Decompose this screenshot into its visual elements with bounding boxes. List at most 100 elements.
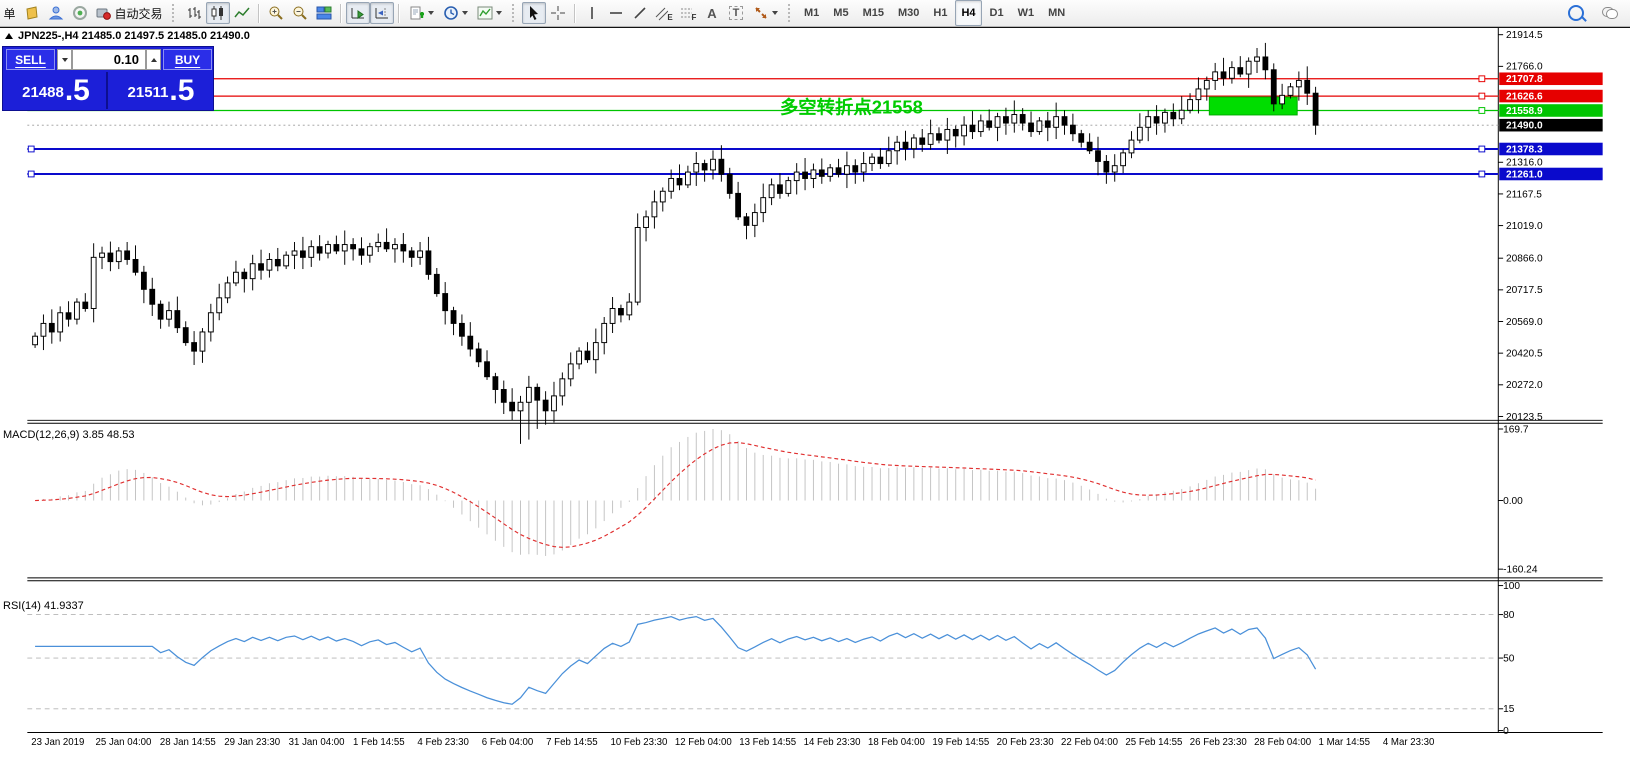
price-level-label: 21378.3: [1499, 142, 1603, 155]
search-icon[interactable]: [1564, 2, 1588, 24]
horizontal-level-line[interactable]: [27, 145, 1499, 153]
sell-button[interactable]: SELL: [6, 49, 55, 70]
text-tool-glyph: A: [707, 5, 717, 21]
macd-pane: 169.7 0.00 -160.24: [35, 424, 1538, 576]
svg-text:21766.0: 21766.0: [1506, 62, 1543, 73]
timeframe-button-M30[interactable]: M30: [892, 0, 925, 26]
timeframe-button-MN[interactable]: MN: [1042, 0, 1071, 26]
new-order-button[interactable]: 单: [0, 2, 20, 24]
price-level-label: 21558.9: [1499, 104, 1603, 117]
svg-text:25 Feb 14:55: 25 Feb 14:55: [1125, 737, 1182, 748]
horizontal-level-line[interactable]: [27, 170, 1499, 178]
timeframe-group: M1 M5 M15 M30 H1 H4 D1 W1 MN: [798, 0, 1071, 26]
trendline-tool-icon[interactable]: [628, 2, 652, 24]
templates-button[interactable]: [472, 2, 506, 24]
arrows-tool-button[interactable]: [748, 2, 782, 24]
time-axis: 23 Jan 2019 25 Jan 04:00 28 Jan 14:55 29 Ja…: [31, 737, 1434, 748]
candlestick-chart-icon[interactable]: [206, 2, 230, 24]
volume-increase-button[interactable]: [146, 49, 161, 70]
text-tool-icon[interactable]: A: [700, 2, 724, 24]
svg-text:13 Feb 14:55: 13 Feb 14:55: [739, 737, 796, 748]
new-order-label: 单: [3, 6, 16, 21]
svg-text:20717.5: 20717.5: [1506, 285, 1543, 296]
svg-text:50: 50: [1503, 653, 1515, 664]
svg-text:26 Feb 23:30: 26 Feb 23:30: [1190, 737, 1247, 748]
buy-button[interactable]: BUY: [163, 49, 212, 70]
timeframe-button-M1[interactable]: M1: [798, 0, 825, 26]
buy-price-display[interactable]: 21511 .5: [110, 72, 212, 109]
svg-text:18 Feb 04:00: 18 Feb 04:00: [868, 737, 925, 748]
svg-text:0: 0: [1503, 726, 1509, 737]
chevron-down-icon: [427, 11, 434, 15]
svg-text:169.7: 169.7: [1503, 424, 1529, 435]
timeframe-button-H1[interactable]: H1: [927, 0, 953, 26]
timeframe-button-M5[interactable]: M5: [827, 0, 854, 26]
indicators-button[interactable]: [404, 2, 438, 24]
profile-icon[interactable]: [44, 2, 68, 24]
svg-text:21316.0: 21316.0: [1506, 158, 1543, 169]
collapse-arrow-icon[interactable]: [5, 33, 13, 39]
timeframe-button-D1[interactable]: D1: [984, 0, 1010, 26]
svg-text:20272.0: 20272.0: [1506, 380, 1543, 391]
chart-canvas[interactable]: 多空转折点2155821914.521766.021316.021167.521…: [0, 26, 1630, 775]
price-level-label: 21707.8: [1499, 72, 1603, 85]
broadcast-icon[interactable]: [68, 2, 92, 24]
fibonacci-glyph: F: [691, 12, 697, 22]
toolbar-grip: [788, 4, 794, 22]
toolbar-grip: [512, 4, 518, 22]
chart-shift-icon[interactable]: [370, 2, 394, 24]
svg-text:4 Feb 23:30: 4 Feb 23:30: [417, 737, 469, 748]
svg-text:12 Feb 04:00: 12 Feb 04:00: [675, 737, 732, 748]
price-axis: 21914.5 21766.0 21316.0 21167.5 21019.0 20866…: [1498, 30, 1603, 423]
auto-scroll-icon[interactable]: [346, 2, 370, 24]
macd-indicator-label: MACD(12,26,9) 3.85 48.53: [3, 429, 135, 441]
horizontal-line-tool-icon[interactable]: [604, 2, 628, 24]
chevron-down-icon: [495, 11, 502, 15]
text-label-tool-icon[interactable]: T: [724, 2, 748, 24]
periods-button[interactable]: [438, 2, 472, 24]
top-toolbar: 单 自动交易 E F A T M1 M5 M15 M30 H1 H4 D1 W1…: [0, 0, 1630, 27]
price-level-label: 21261.0: [1499, 167, 1603, 180]
timeframe-button-M15[interactable]: M15: [857, 0, 890, 26]
current-price-label: 21490.0: [1499, 118, 1603, 132]
svg-text:21490.0: 21490.0: [1506, 121, 1543, 132]
toolbar-separator: [574, 3, 576, 23]
crosshair-icon[interactable]: [546, 2, 570, 24]
line-chart-icon[interactable]: [230, 2, 254, 24]
svg-text:23 Jan 2019: 23 Jan 2019: [31, 737, 84, 748]
volume-decrease-button[interactable]: [57, 49, 72, 70]
svg-text:7 Feb 14:55: 7 Feb 14:55: [546, 737, 598, 748]
equidistant-channel-tool-icon[interactable]: E: [652, 2, 676, 24]
svg-text:14 Feb 23:30: 14 Feb 23:30: [804, 737, 861, 748]
bar-chart-icon[interactable]: [182, 2, 206, 24]
vertical-line-tool-icon[interactable]: [580, 2, 604, 24]
sell-price-display[interactable]: 21488 .5: [6, 72, 108, 109]
trend-annotation-text[interactable]: 多空转折点21558: [780, 97, 923, 118]
horizontal-level-line[interactable]: [27, 75, 1499, 83]
tile-windows-icon[interactable]: [312, 2, 336, 24]
svg-text:28 Feb 04:00: 28 Feb 04:00: [1254, 737, 1311, 748]
cursor-icon[interactable]: [522, 2, 546, 24]
svg-text:10 Feb 23:30: 10 Feb 23:30: [610, 737, 667, 748]
price-level-label: 21626.6: [1499, 89, 1603, 102]
svg-text:1 Mar 14:55: 1 Mar 14:55: [1319, 737, 1371, 748]
fibonacci-tool-icon[interactable]: F: [676, 2, 700, 24]
zoom-in-icon[interactable]: [264, 2, 288, 24]
svg-text:28 Jan 14:55: 28 Jan 14:55: [160, 737, 216, 748]
chat-icon[interactable]: [1598, 2, 1622, 24]
svg-text:1 Feb 14:55: 1 Feb 14:55: [353, 737, 405, 748]
volume-input[interactable]: [72, 49, 146, 70]
yellow-book-icon[interactable]: [20, 2, 44, 24]
svg-text:20420.5: 20420.5: [1506, 349, 1543, 360]
candles: [32, 42, 1319, 444]
toolbar-separator: [398, 3, 400, 23]
timeframe-button-H4[interactable]: H4: [955, 0, 982, 26]
main-price-pane: 多空转折点21558: [27, 42, 1499, 444]
svg-text:4 Mar 23:30: 4 Mar 23:30: [1383, 737, 1435, 748]
zoom-out-icon[interactable]: [288, 2, 312, 24]
autotrading-button[interactable]: 自动交易: [92, 2, 166, 24]
rsi-pane: 100 80 50 15 0: [27, 581, 1520, 737]
toolbar-separator: [258, 3, 260, 23]
chart-title: JPN225-,H4 21485.0 21497.5 21485.0 21490…: [5, 30, 250, 42]
timeframe-button-W1[interactable]: W1: [1012, 0, 1041, 26]
